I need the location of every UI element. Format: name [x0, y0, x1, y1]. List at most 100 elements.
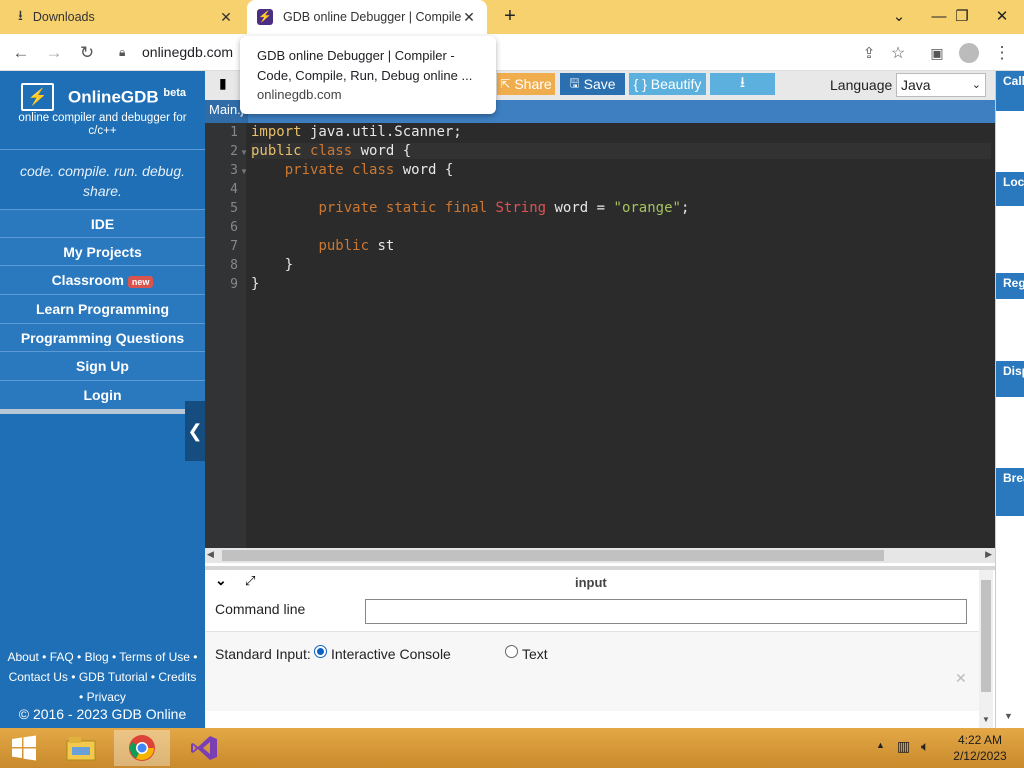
forward-icon[interactable]: →	[41, 40, 67, 66]
windows-start-icon[interactable]	[2, 730, 46, 766]
radio-text[interactable]	[505, 645, 518, 658]
close-window-button[interactable]: ✕	[980, 0, 1024, 32]
onlinegdb-logo-icon[interactable]: ⚡	[21, 83, 54, 111]
expand-icon[interactable]: ⤢	[245, 573, 255, 589]
lock-icon: 🔒︎	[119, 45, 126, 59]
footer-contact-link[interactable]: Contact Us	[9, 670, 68, 684]
volume-icon[interactable]: 🔈︎	[921, 738, 929, 755]
new-file-icon[interactable]: ▮	[219, 75, 233, 93]
footer-privacy-link[interactable]: Privacy	[87, 690, 126, 704]
scroll-down-icon[interactable]: ▼	[982, 715, 990, 724]
sidepanel-icon[interactable]: ▣	[924, 40, 950, 66]
sidebar-nav: IDE My Projects Classroom new Learn Progr…	[0, 209, 205, 410]
sidebar-item-programming-questions[interactable]: Programming Questions	[0, 323, 205, 353]
brand-title[interactable]: OnlineGDB beta	[68, 87, 186, 108]
chevron-down-icon: ⌄	[971, 79, 981, 91]
panel-header-call-stack[interactable]: Call Stack	[996, 71, 1024, 111]
panel-header-registers[interactable]: Registers	[996, 273, 1024, 299]
divider	[0, 149, 205, 150]
input-pane-title: input	[575, 575, 607, 590]
language-label: Language	[830, 77, 893, 93]
code-line: import java.util.Scanner;	[251, 124, 462, 140]
code-editor[interactable]: 1 2 ▼ 3 ▼ 4 5 6 7 8 9 import java.util.S…	[205, 123, 995, 548]
system-clock[interactable]: 4:22 AM 2/12/2023	[948, 732, 1012, 764]
back-icon[interactable]: ←	[8, 40, 34, 66]
footer-blog-link[interactable]: Blog	[85, 650, 109, 664]
download-icon: ⭳	[739, 73, 746, 91]
restore-button[interactable]: ❐	[940, 0, 984, 32]
footer-faq-link[interactable]: FAQ	[50, 650, 74, 664]
line-number: 3	[230, 163, 238, 178]
beautify-button[interactable]: { } Beautify	[629, 73, 706, 95]
show-hidden-icons-icon[interactable]: ▲	[876, 740, 885, 750]
code-line: private class word {	[284, 162, 454, 178]
code-line-active: public class word {	[251, 143, 991, 159]
close-icon[interactable]: ✕	[955, 670, 967, 687]
sidebar-item-sign-up[interactable]: Sign Up	[0, 352, 205, 382]
scroll-down-icon[interactable]: ▼	[1004, 711, 1013, 721]
code-line: private static final String word = "oran…	[318, 200, 690, 216]
scroll-left-icon[interactable]: ◀	[207, 549, 214, 560]
scrollbar-thumb[interactable]	[981, 580, 991, 692]
line-number: 1	[230, 125, 238, 140]
scroll-right-icon[interactable]: ▶	[985, 549, 992, 560]
panel-header-display-expressions[interactable]: Display Expressions	[996, 361, 1024, 397]
fold-arrow-icon[interactable]: ▼	[240, 148, 248, 157]
text-option-label[interactable]: Text	[522, 646, 548, 662]
line-number: 5	[230, 201, 238, 216]
footer-about-link[interactable]: About	[7, 650, 38, 664]
fold-arrow-icon[interactable]: ▼	[240, 167, 248, 176]
sidebar-item-my-projects[interactable]: My Projects	[0, 237, 205, 267]
panel-header-local-variables[interactable]: Local Variables	[996, 172, 1024, 206]
new-tab-button[interactable]: +	[498, 4, 522, 28]
footer-terms-link[interactable]: Terms of Use	[119, 650, 190, 664]
share-button[interactable]: ⇱ Share	[497, 73, 555, 95]
footer-links: About • FAQ • Blog • Terms of Use • Cont…	[7, 650, 198, 704]
tab-downloads[interactable]: ⭳ Downloads ✕	[8, 0, 244, 34]
collapse-sidebar-chevron-left-icon[interactable]: ❮	[185, 401, 205, 461]
horizontal-scrollbar[interactable]: ◀ ▶	[205, 548, 995, 563]
radio-interactive-console[interactable]	[314, 645, 327, 658]
scrollbar-thumb[interactable]	[222, 550, 884, 561]
profile-avatar[interactable]	[956, 40, 982, 66]
star-icon[interactable]: ☆	[885, 40, 911, 66]
line-number: 8	[230, 258, 238, 273]
menu-dots-icon[interactable]: ⋮	[989, 40, 1015, 66]
download-button[interactable]: ⭳	[710, 73, 775, 95]
close-icon[interactable]: ✕	[218, 9, 234, 26]
sidebar-item-classroom[interactable]: Classroom new	[0, 266, 205, 296]
footer-tutorial-link[interactable]: GDB Tutorial	[79, 670, 148, 684]
divider	[0, 409, 205, 414]
reload-icon[interactable]: ↻	[74, 40, 100, 66]
tab-title: GDB online Debugger | Compiler - Code, C…	[283, 10, 461, 24]
beta-label: beta	[163, 87, 187, 99]
bolt-icon: ⚡	[257, 9, 273, 25]
address-bar[interactable]: onlinegdb.com	[142, 44, 233, 60]
visual-studio-icon[interactable]	[182, 730, 226, 766]
tab-search-icon[interactable]: ⌄	[877, 0, 921, 32]
line-number: 2	[230, 144, 238, 159]
tab-hover-tooltip: GDB online Debugger | Compiler - Code, C…	[240, 36, 496, 114]
tab-onlinegdb[interactable]: ⚡ GDB online Debugger | Compiler - Code,…	[247, 0, 487, 34]
language-select[interactable]: Java ⌄	[896, 73, 986, 97]
panel-header-breakpoints[interactable]: Breakpoints and Watchpoints	[996, 468, 1024, 516]
vertical-scrollbar[interactable]: ▼	[979, 570, 993, 728]
chevron-down-icon[interactable]: ⌄	[215, 572, 227, 589]
line-number-gutter: 1 2 ▼ 3 ▼ 4 5 6 7 8 9	[205, 123, 248, 548]
sidebar-item-login[interactable]: Login	[0, 381, 205, 410]
chrome-icon[interactable]	[114, 730, 170, 766]
command-line-input[interactable]	[365, 599, 967, 624]
sidebar-item-ide[interactable]: IDE	[0, 209, 205, 238]
sidebar-item-learn-programming[interactable]: Learn Programming	[0, 295, 205, 324]
input-pane: ⌄ ⤢ input Command line Standard Input: I…	[205, 566, 995, 728]
network-icon[interactable]: ▥	[897, 738, 910, 755]
save-button[interactable]: 🖫 Save	[560, 73, 625, 95]
line-number: 6	[230, 220, 238, 235]
code-line: }	[284, 257, 294, 273]
file-explorer-icon[interactable]	[59, 730, 103, 766]
share-icon[interactable]: ⇪	[856, 40, 882, 66]
command-line-label: Command line	[215, 601, 306, 617]
close-icon[interactable]: ✕	[461, 9, 477, 26]
interactive-console-label[interactable]: Interactive Console	[331, 646, 451, 662]
footer-credits-link[interactable]: Credits	[158, 670, 196, 684]
